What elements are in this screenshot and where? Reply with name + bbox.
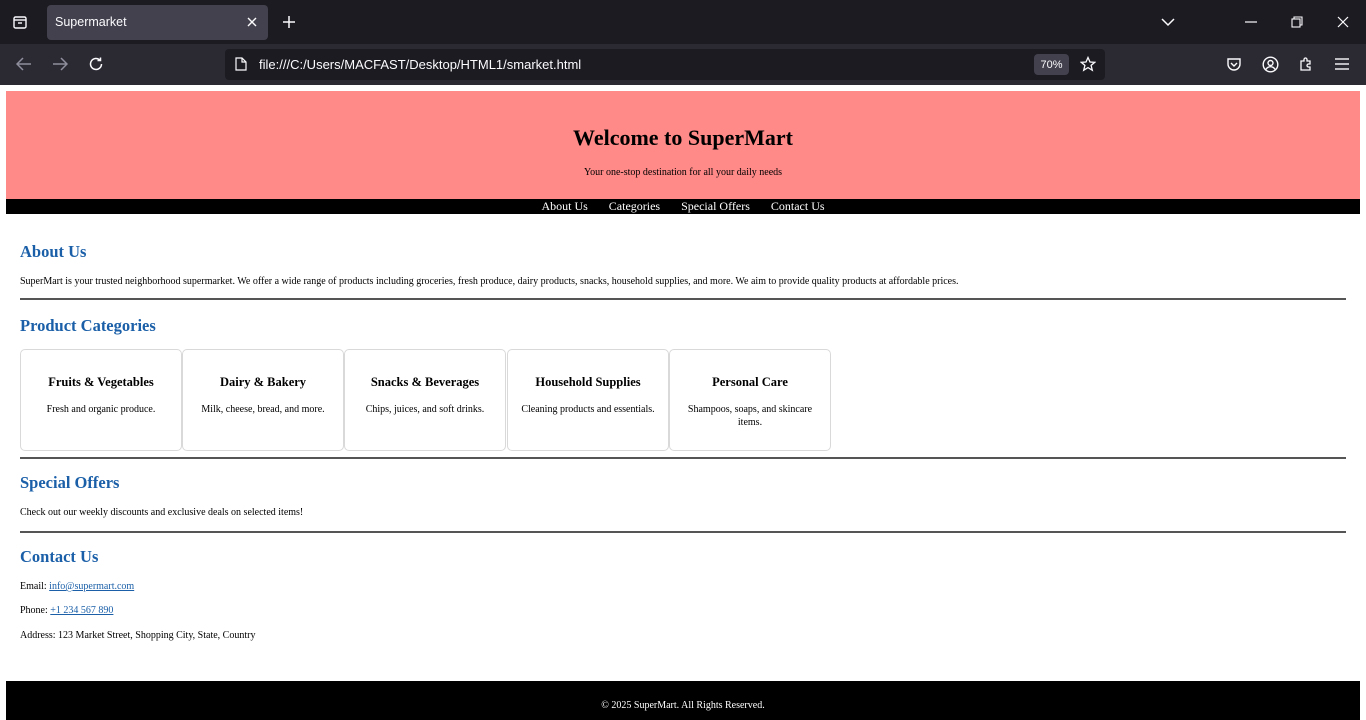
- menu-link-offers[interactable]: Special Offers: [681, 199, 750, 213]
- tab-supermarket[interactable]: Supermarket: [47, 5, 268, 40]
- category-card[interactable]: Household Supplies Cleaning products and…: [507, 349, 669, 451]
- about-heading: About Us: [20, 242, 87, 261]
- site-footer: © 2025 SuperMart. All Rights Reserved.: [6, 681, 1360, 720]
- categories-heading: Product Categories: [20, 316, 156, 335]
- phone-label: Phone:: [20, 605, 51, 616]
- about-text: SuperMart is your trusted neighborhood s…: [20, 276, 959, 287]
- zoom-level-badge[interactable]: 70%: [1034, 54, 1069, 75]
- category-name: Household Supplies: [535, 375, 641, 389]
- divider: [20, 457, 1346, 459]
- offers-text: Check out our weekly discounts and exclu…: [20, 507, 304, 518]
- category-card[interactable]: Fruits & Vegetables Fresh and organic pr…: [20, 349, 182, 451]
- contact-heading: Contact Us: [20, 547, 99, 566]
- category-name: Snacks & Beverages: [370, 375, 480, 389]
- restore-icon[interactable]: [1282, 8, 1312, 36]
- category-desc: Chips, juices, and soft drinks.: [365, 404, 485, 415]
- tab-bar: Supermarket: [0, 0, 1366, 44]
- menu-icon[interactable]: [1329, 51, 1355, 77]
- menu-link-categories[interactable]: Categories: [609, 199, 660, 213]
- email-label: Email:: [20, 581, 50, 592]
- menu-link-about[interactable]: About Us: [541, 199, 587, 213]
- account-icon[interactable]: [1257, 51, 1283, 77]
- chevron-down-icon[interactable]: [1153, 8, 1183, 36]
- close-tab-icon[interactable]: [242, 12, 262, 32]
- minimize-icon[interactable]: [1236, 8, 1266, 36]
- url-text[interactable]: file:///C:/Users/MACFAST/Desktop/HTML1/s…: [259, 57, 581, 72]
- bookmark-star-icon[interactable]: [1077, 53, 1099, 75]
- email-link[interactable]: info@supermart.com: [49, 581, 134, 592]
- reload-icon[interactable]: [81, 50, 111, 78]
- back-arrow-icon[interactable]: [9, 50, 39, 78]
- url-bar[interactable]: file:///C:/Users/MACFAST/Desktop/HTML1/s…: [225, 49, 1105, 80]
- category-desc: Fresh and organic produce.: [46, 404, 156, 415]
- category-name: Dairy & Bakery: [219, 375, 307, 389]
- tab-title: Supermarket: [55, 15, 127, 29]
- extensions-icon[interactable]: [1293, 51, 1319, 77]
- footer-text: © 2025 SuperMart. All Rights Reserved.: [601, 700, 765, 711]
- forward-arrow-icon[interactable]: [45, 50, 75, 78]
- nav-bar: file:///C:/Users/MACFAST/Desktop/HTML1/s…: [0, 44, 1366, 85]
- category-card[interactable]: Personal Care Shampoos, soaps, and skinc…: [669, 349, 831, 451]
- divider: [20, 531, 1346, 533]
- contact-email-line: Email: info@supermart.com: [20, 581, 134, 592]
- page-title: Welcome to SuperMart: [573, 125, 793, 150]
- phone-link[interactable]: +1 234 567 890: [50, 605, 113, 616]
- offers-heading: Special Offers: [20, 473, 120, 492]
- category-name: Personal Care: [712, 375, 788, 389]
- contact-address: Address: 123 Market Street, Shopping Cit…: [20, 630, 256, 641]
- pocket-icon[interactable]: [1221, 51, 1247, 77]
- new-tab-icon[interactable]: [276, 9, 302, 35]
- category-card[interactable]: Dairy & Bakery Milk, cheese, bread, and …: [182, 349, 344, 451]
- menu-link-contact[interactable]: Contact Us: [771, 199, 825, 213]
- contact-phone-line: Phone: +1 234 567 890: [20, 605, 113, 616]
- category-desc: Cleaning products and essentials.: [521, 404, 655, 415]
- category-desc: Shampoos, soaps, and skincare items.: [687, 404, 813, 428]
- site-menu: About Us Categories Special Offers Conta…: [6, 199, 1360, 214]
- tab-list-icon[interactable]: [6, 8, 34, 36]
- page-viewport: Welcome to SuperMart Your one-stop desti…: [0, 85, 1366, 720]
- category-card[interactable]: Snacks & Beverages Chips, juices, and so…: [344, 349, 506, 451]
- hero-banner: Welcome to SuperMart Your one-stop desti…: [6, 91, 1360, 199]
- divider: [20, 298, 1346, 300]
- hero-subtitle: Your one-stop destination for all your d…: [583, 167, 783, 178]
- category-desc: Milk, cheese, bread, and more.: [201, 404, 325, 415]
- page-icon: [233, 56, 249, 72]
- close-window-icon[interactable]: [1328, 8, 1358, 36]
- category-name: Fruits & Vegetables: [48, 375, 154, 389]
